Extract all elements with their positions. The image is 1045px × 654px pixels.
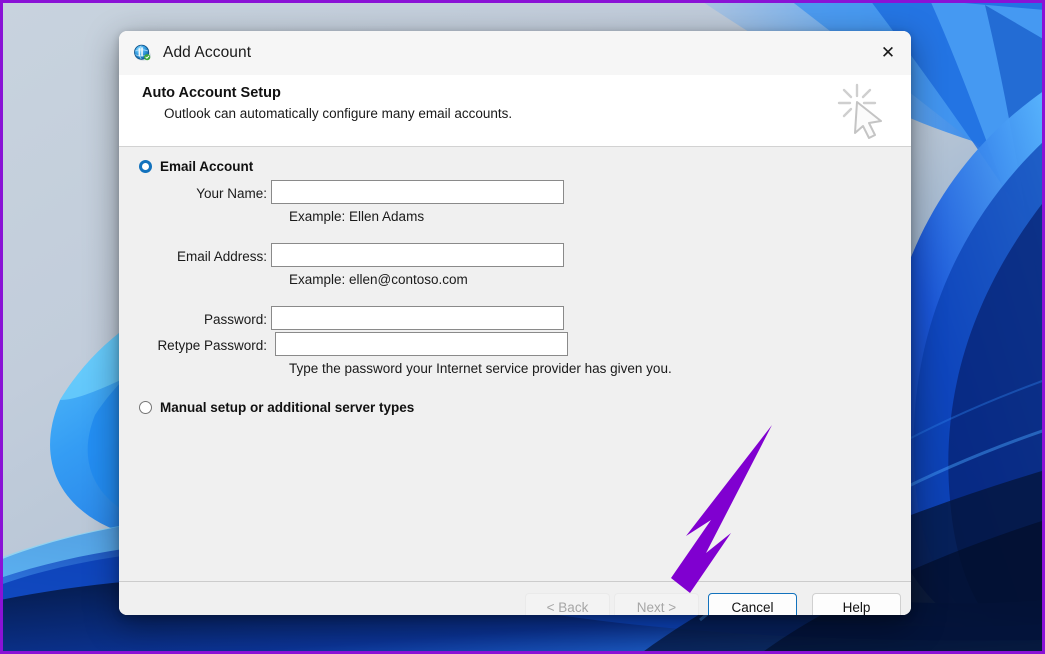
radio-email-account[interactable]: Email Account [139, 159, 253, 174]
page-subtitle: Outlook can automatically configure many… [164, 106, 512, 121]
dialog-title: Add Account [163, 44, 251, 62]
radio-manual-setup[interactable]: Manual setup or additional server types [139, 400, 414, 415]
dialog-footer: < Back Next > Cancel Help [119, 581, 911, 615]
hint-password: Type the password your Internet service … [289, 361, 672, 376]
hint-email-address: Example: ellen@contoso.com [289, 272, 468, 287]
label-password: Password: [155, 312, 267, 327]
radio-email-account-label: Email Account [160, 159, 253, 174]
radio-indicator-unselected [139, 401, 152, 414]
dialog-body: Email Account Your Name: Example: Ellen … [119, 147, 911, 581]
help-button[interactable]: Help [812, 593, 901, 615]
dialog-header: Auto Account Setup Outlook can automatic… [119, 75, 911, 147]
close-icon[interactable]: ✕ [865, 31, 911, 75]
cursor-click-sparkle-icon [835, 81, 889, 139]
back-button[interactable]: < Back [525, 593, 610, 615]
input-email-address[interactable] [271, 243, 564, 267]
dialog-titlebar: Add Account ✕ [119, 31, 911, 75]
hint-your-name: Example: Ellen Adams [289, 209, 424, 224]
input-retype-password[interactable] [275, 332, 568, 356]
outlook-globe-icon [132, 43, 152, 63]
radio-indicator-selected [139, 160, 152, 173]
label-your-name: Your Name: [155, 186, 267, 201]
cancel-button[interactable]: Cancel [708, 593, 797, 615]
label-retype-password: Retype Password: [155, 338, 267, 353]
next-button[interactable]: Next > [614, 593, 699, 615]
input-password[interactable] [271, 306, 564, 330]
close-glyph: ✕ [881, 45, 895, 62]
add-account-dialog: Add Account ✕ Auto Account Setup Outlook… [119, 31, 911, 615]
label-email-address: Email Address: [155, 249, 267, 264]
radio-manual-setup-label: Manual setup or additional server types [160, 400, 414, 415]
page-title: Auto Account Setup [142, 85, 281, 101]
input-your-name[interactable] [271, 180, 564, 204]
